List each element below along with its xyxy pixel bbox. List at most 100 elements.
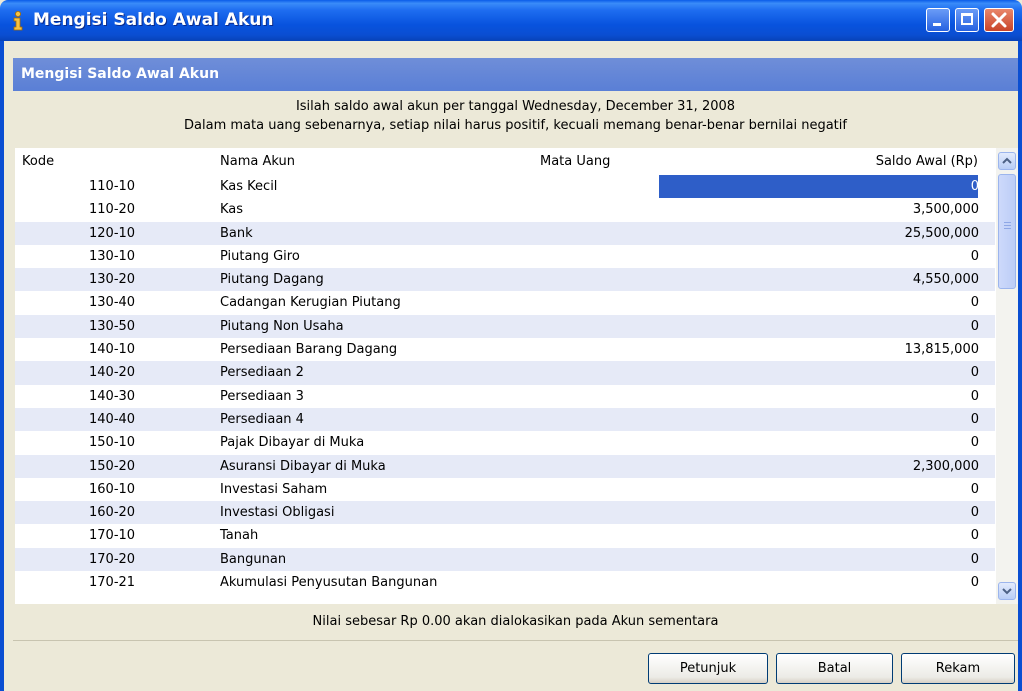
minimize-icon: [933, 23, 941, 26]
panel-header: Mengisi Saldo Awal Akun: [13, 58, 1018, 91]
nama-akun-cell: Persediaan 4: [220, 411, 304, 427]
grip-line: [1004, 222, 1011, 223]
column-header-saldo-awal[interactable]: Saldo Awal (Rp): [876, 154, 978, 169]
nama-akun-cell: Kas: [220, 202, 244, 218]
rekam-button[interactable]: Rekam: [901, 653, 1015, 684]
kode-cell: 140-40: [89, 411, 136, 427]
kode-cell: 160-10: [89, 481, 136, 497]
divider: [13, 640, 1018, 641]
kode-cell: 120-10: [89, 225, 136, 241]
saldo-input-cell[interactable]: 13,815,000: [905, 342, 979, 357]
batal-button[interactable]: Batal: [776, 653, 893, 684]
table-row[interactable]: 160-10 Investasi Saham 0: [15, 478, 995, 501]
table-row[interactable]: 130-40 Cadangan Kerugian Piutang 0: [15, 291, 995, 314]
allocation-note: Nilai sebesar Rp 0.00 akan dialokasikan …: [312, 614, 719, 629]
petunjuk-button[interactable]: Petunjuk: [648, 653, 768, 684]
saldo-input-cell[interactable]: 0: [971, 528, 979, 543]
table-row[interactable]: 150-20 Asuransi Dibayar di Muka 2,300,00…: [15, 454, 995, 478]
saldo-input-cell[interactable]: 0: [971, 435, 979, 450]
table-row[interactable]: 160-20 Investasi Obligasi 0: [15, 501, 995, 525]
close-button[interactable]: [984, 8, 1014, 32]
saldo-input-cell[interactable]: 4,550,000: [913, 272, 979, 287]
nama-akun-cell: Persediaan 2: [220, 365, 304, 381]
table-row[interactable]: 130-20 Piutang Dagang 4,550,000: [15, 268, 995, 292]
nama-akun-cell: Cadangan Kerugian Piutang: [220, 295, 401, 311]
account-balance-table: Kode Nama Akun Mata Uang Saldo Awal (Rp)…: [15, 148, 1018, 604]
nama-akun-cell: Persediaan Barang Dagang: [220, 342, 398, 358]
title-bar[interactable]: Mengisi Saldo Awal Akun: [0, 0, 1022, 41]
minimize-button[interactable]: [926, 8, 950, 32]
window-title: Mengisi Saldo Awal Akun: [33, 10, 274, 30]
table-row[interactable]: 150-10 Pajak Dibayar di Muka 0: [15, 431, 995, 454]
kode-cell: 150-10: [89, 435, 136, 451]
scroll-down-button[interactable]: [998, 582, 1016, 600]
dialog-window: Mengisi Saldo Awal Akun Mengisi Saldo Aw…: [0, 0, 1022, 691]
nama-akun-cell: Kas Kecil: [220, 179, 278, 194]
nama-akun-cell: Pajak Dibayar di Muka: [220, 435, 365, 451]
chevron-down-icon: [1002, 588, 1012, 595]
nama-akun-cell: Piutang Non Usaha: [220, 318, 344, 334]
saldo-input-cell[interactable]: 0: [971, 319, 979, 334]
kode-cell: 170-10: [89, 528, 136, 544]
saldo-input-cell[interactable]: 0: [971, 575, 979, 590]
kode-cell: 170-21: [89, 575, 136, 591]
table-row[interactable]: 140-20 Persediaan 2 0: [15, 361, 995, 385]
saldo-input-cell[interactable]: 0: [971, 482, 979, 497]
kode-cell: 140-10: [89, 342, 136, 358]
saldo-input-cell[interactable]: 0: [971, 412, 979, 427]
table-row[interactable]: 110-20 Kas 3,500,000: [15, 198, 995, 221]
maximize-icon: [961, 13, 973, 25]
kode-cell: 130-20: [89, 272, 136, 288]
nama-akun-cell: Tanah: [220, 528, 259, 544]
saldo-input-cell[interactable]: 0: [971, 389, 979, 404]
grip-line: [1004, 225, 1011, 226]
grip-line: [1004, 228, 1011, 229]
saldo-input-cell[interactable]: 25,500,000: [905, 226, 979, 241]
nama-akun-cell: Investasi Saham: [220, 481, 328, 497]
saldo-input-cell[interactable]: 2,300,000: [913, 459, 979, 474]
kode-cell: 130-40: [89, 295, 136, 311]
kode-cell: 160-20: [89, 505, 136, 521]
kode-cell: 150-20: [89, 458, 136, 474]
nama-akun-cell: Bangunan: [220, 551, 287, 567]
saldo-input-cell[interactable]: 3,500,000: [913, 202, 979, 217]
kode-cell: 110-20: [89, 202, 136, 218]
table-row[interactable]: 170-20 Bangunan 0: [15, 547, 995, 572]
chevron-up-icon: [1002, 157, 1012, 164]
table-row[interactable]: 130-50 Piutang Non Usaha 0: [15, 314, 995, 339]
window-frame-left: [0, 41, 4, 691]
nama-akun-cell: Akumulasi Penyusutan Bangunan: [220, 575, 438, 591]
table-row[interactable]: 120-10 Bank 25,500,000: [15, 221, 995, 245]
scrollbar-thumb[interactable]: [998, 174, 1016, 289]
table-row[interactable]: 140-30 Persediaan 3 0: [15, 385, 995, 408]
instruction-date-text: Isilah saldo awal akun per tanggal Wedne…: [295, 99, 736, 114]
nama-akun-cell: Persediaan 3: [220, 388, 304, 404]
saldo-input-cell[interactable]: 0: [971, 505, 979, 520]
column-header-nama-akun[interactable]: Nama Akun: [220, 154, 295, 169]
maximize-button[interactable]: [955, 8, 979, 32]
saldo-input-cell[interactable]: 0: [971, 249, 979, 264]
column-header-kode[interactable]: Kode: [22, 154, 54, 169]
info-icon: [13, 11, 23, 31]
column-header-mata-uang[interactable]: Mata Uang: [540, 154, 610, 169]
table-row[interactable]: 130-10 Piutang Giro 0: [15, 245, 995, 268]
table-row[interactable]: 110-10 Kas Kecil 0: [15, 175, 995, 198]
nama-akun-cell: Investasi Obligasi: [220, 505, 335, 521]
saldo-input-cell[interactable]: 0: [971, 552, 979, 567]
saldo-input-cell[interactable]: 0: [971, 295, 979, 310]
table-header: Kode Nama Akun Mata Uang Saldo Awal (Rp): [15, 148, 1018, 175]
kode-cell: 130-50: [89, 318, 136, 334]
scroll-up-button[interactable]: [998, 152, 1016, 170]
saldo-input-cell[interactable]: 0: [971, 179, 979, 194]
table-row[interactable]: 170-21 Akumulasi Penyusutan Bangunan 0: [15, 571, 995, 594]
table-row[interactable]: 170-10 Tanah 0: [15, 524, 995, 547]
table-body: 110-10 Kas Kecil 0 110-20 Kas 3,500,000 …: [15, 175, 995, 595]
nama-akun-cell: Bank: [220, 225, 253, 241]
instruction-rule-text: Dalam mata uang sebenarnya, setiap nilai…: [184, 118, 847, 133]
table-row[interactable]: 140-10 Persediaan Barang Dagang 13,815,0…: [15, 338, 995, 361]
table-row[interactable]: 140-40 Persediaan 4 0: [15, 407, 995, 432]
panel-header-title: Mengisi Saldo Awal Akun: [21, 66, 220, 82]
vertical-scrollbar[interactable]: [996, 148, 1018, 604]
window-frame-right: [1018, 41, 1022, 691]
saldo-input-cell[interactable]: 0: [971, 365, 979, 380]
